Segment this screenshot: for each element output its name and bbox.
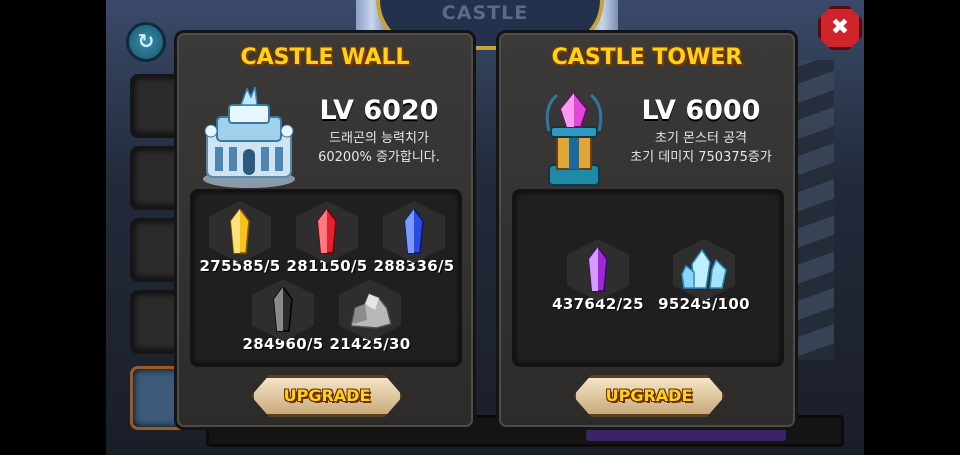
tower-desc-line-2: 초기 데미지 750375증가 (630, 150, 772, 165)
stone-ore-icon (350, 293, 392, 329)
material-slot: 95245/100 (654, 239, 754, 313)
material-slot: 21425/30 (320, 279, 420, 353)
yellow-crystal-icon (230, 209, 250, 254)
panel-title: CASTLE TOWER (551, 45, 743, 70)
red-crystal-icon (317, 209, 337, 254)
purple-crystal-icon (588, 247, 608, 292)
screen-bezel-right (864, 0, 960, 455)
material-slot: 437642/25 (548, 239, 648, 313)
tower-desc-line-1: 초기 몬스터 공격 (655, 131, 747, 146)
blue-crystal-icon (404, 209, 424, 254)
refresh-icon[interactable]: ↻ (126, 22, 166, 62)
panel-title: CASTLE WALL (240, 45, 410, 70)
wall-description: 드래곤의 능력치가 60200% 증가합니다. (289, 129, 469, 167)
wall-level: LV 6020 (319, 95, 439, 126)
ice-crystal-icon (681, 248, 727, 289)
wall-materials: 275585/5 281150/5 288336/5 284960/5 2142… (190, 189, 462, 367)
castle-tower-panel: CASTLE TOWER LV 6000 초기 몬스터 공격 초기 데미지 75… (496, 30, 798, 430)
wall-desc-line-2: 60200% 증가합니다. (318, 150, 440, 165)
material-slot: 275585/5 (190, 201, 290, 275)
material-slot: 284960/5 (233, 279, 333, 353)
castle-tower-icon (521, 87, 621, 189)
material-slot: 281150/5 (277, 201, 377, 275)
scene-title: CASTLE (441, 2, 529, 24)
screen-bezel-left (0, 0, 106, 455)
wall-desc-line-1: 드래곤의 능력치가 (329, 131, 429, 146)
castle-wall-icon (199, 86, 299, 189)
material-slot: 288336/5 (364, 201, 464, 275)
upgrade-button[interactable]: UPGRADE (251, 375, 403, 417)
tower-materials: 437642/25 95245/100 (512, 189, 784, 367)
castle-wall-panel: CASTLE WALL LV 6020 드래곤의 능력치가 60200% 증가합… (174, 30, 476, 430)
tower-description: 초기 몬스터 공격 초기 데미지 750375증가 (611, 129, 791, 167)
upgrade-button[interactable]: UPGRADE (573, 375, 725, 417)
tower-level: LV 6000 (641, 95, 761, 126)
black-crystal-icon (273, 287, 293, 332)
